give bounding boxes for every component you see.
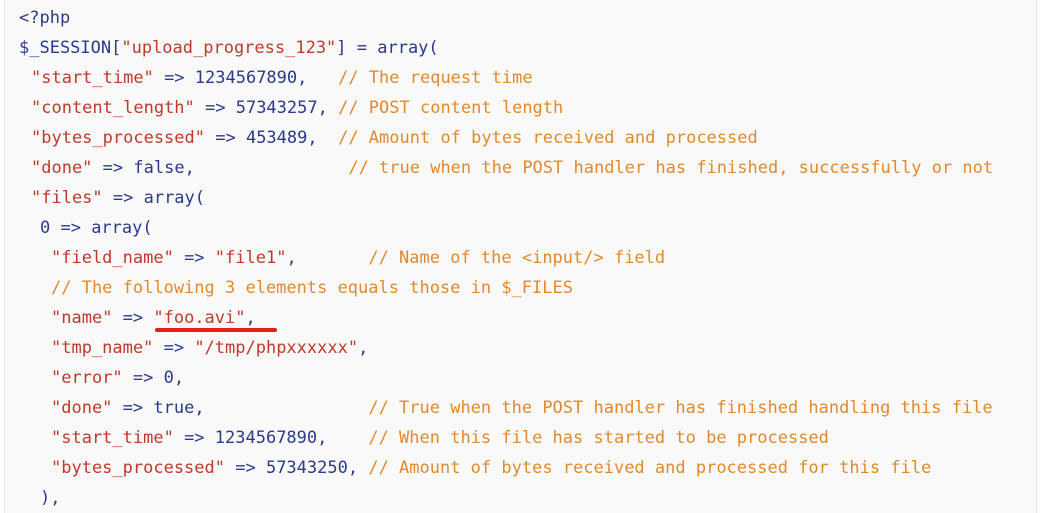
code-token: "foo.avi": [153, 308, 246, 328]
code-line: "tmp_name" => "/tmp/phpxxxxxx",: [51, 338, 368, 358]
code-token: "error": [51, 368, 123, 388]
code-line: $_SESSION["upload_progress_123"] = array…: [19, 38, 439, 58]
code-token: =>: [194, 98, 236, 118]
code-token: 1234567890: [214, 428, 318, 448]
code-line: 0 => array(: [40, 218, 153, 238]
code-token: =>: [153, 68, 195, 88]
code-block: <?php $_SESSION["upload_progress_123"] =…: [4, 0, 1037, 513]
code-line: "files" => array(: [31, 188, 205, 208]
code-token: =>: [153, 338, 195, 358]
code-token: =>: [173, 248, 215, 268]
code-token: "start_time": [51, 428, 174, 448]
code-token: ,: [358, 338, 369, 358]
code-token: "/tmp/phpxxxxxx": [194, 338, 359, 358]
code-token: "done": [51, 398, 113, 418]
code-line: "field_name" => "file1", // Name of the …: [51, 248, 665, 268]
code-token: "files": [31, 188, 103, 208]
code-token: => array(: [50, 218, 153, 238]
code-token: // True when the POST handler has finish…: [368, 398, 993, 418]
code-token: => array(: [102, 188, 206, 208]
highlight-underline: [155, 328, 277, 332]
code-token: ,: [245, 308, 256, 328]
code-token: "upload_progress_123": [121, 38, 337, 58]
code-token: // The request time: [338, 68, 533, 88]
code-line: "error" => 0,: [51, 368, 184, 388]
code-line: "done" => true, // True when the POST ha…: [51, 398, 993, 418]
code-token: "tmp_name": [51, 338, 154, 358]
code-token: "field_name": [51, 248, 174, 268]
code-token: 0: [40, 218, 51, 238]
code-token: "content_length": [31, 98, 195, 118]
code-token: "start_time": [31, 68, 154, 88]
code-token: ,: [286, 248, 369, 268]
code-token: ,: [194, 398, 369, 418]
code-line: "name" => "foo.avi",: [51, 308, 256, 328]
code-token: true: [153, 398, 195, 418]
code-token: ,: [317, 428, 369, 448]
code-token: ),: [40, 488, 61, 508]
code-line: "bytes_processed" => 57343250, // Amount…: [51, 458, 931, 478]
code-token: ,: [173, 368, 185, 388]
code-token: 57343257: [235, 98, 318, 118]
code-token: ,: [297, 68, 339, 88]
code-token: ,: [184, 158, 349, 178]
code-line: "bytes_processed" => 453489, // Amount o…: [31, 128, 758, 148]
code-token: =>: [205, 128, 246, 148]
code-line: <?php: [19, 8, 70, 28]
code-token: 453489: [245, 128, 308, 148]
code-line: ),: [40, 488, 60, 508]
code-token: =>: [92, 158, 134, 178]
code-token: =>: [112, 398, 154, 418]
code-token: ,: [307, 128, 339, 148]
code-token: 0: [163, 368, 174, 388]
code-token: "name": [51, 308, 113, 328]
code-token: ,: [317, 98, 339, 118]
code-token: $_SESSION[: [19, 38, 122, 58]
code-token: "bytes_processed": [31, 128, 205, 148]
code-token: =>: [225, 458, 266, 478]
code-token: 1234567890: [194, 68, 298, 88]
code-token: // Name of the <input/> field: [368, 248, 666, 268]
code-token: =>: [173, 428, 215, 448]
code-token: "bytes_processed": [51, 458, 225, 478]
code-token: false: [133, 158, 185, 178]
code-line: "start_time" => 1234567890, // The reque…: [31, 68, 533, 88]
code-token: ,: [347, 458, 369, 478]
code-token: <?php: [19, 8, 71, 28]
code-line: "done" => false, // true when the POST h…: [31, 158, 993, 178]
code-token: // true when the POST handler has finish…: [348, 158, 994, 178]
code-token: // When this file has started to be proc…: [368, 428, 829, 448]
code-token: // The following 3 elements equals those…: [51, 278, 573, 298]
code-line: "start_time" => 1234567890, // When this…: [51, 428, 829, 448]
code-token: 57343250: [265, 458, 348, 478]
code-line: // The following 3 elements equals those…: [51, 278, 573, 298]
code-token: ] = array(: [336, 38, 439, 58]
code-token: =>: [122, 368, 164, 388]
code-token: "done": [31, 158, 93, 178]
code-token: // Amount of bytes received and processe…: [338, 128, 758, 148]
code-token: "file1": [214, 248, 287, 268]
code-token: =>: [112, 308, 154, 328]
code-token: // Amount of bytes received and processe…: [368, 458, 932, 478]
code-line: "content_length" => 57343257, // POST co…: [31, 98, 563, 118]
code-token: // POST content length: [338, 98, 564, 118]
